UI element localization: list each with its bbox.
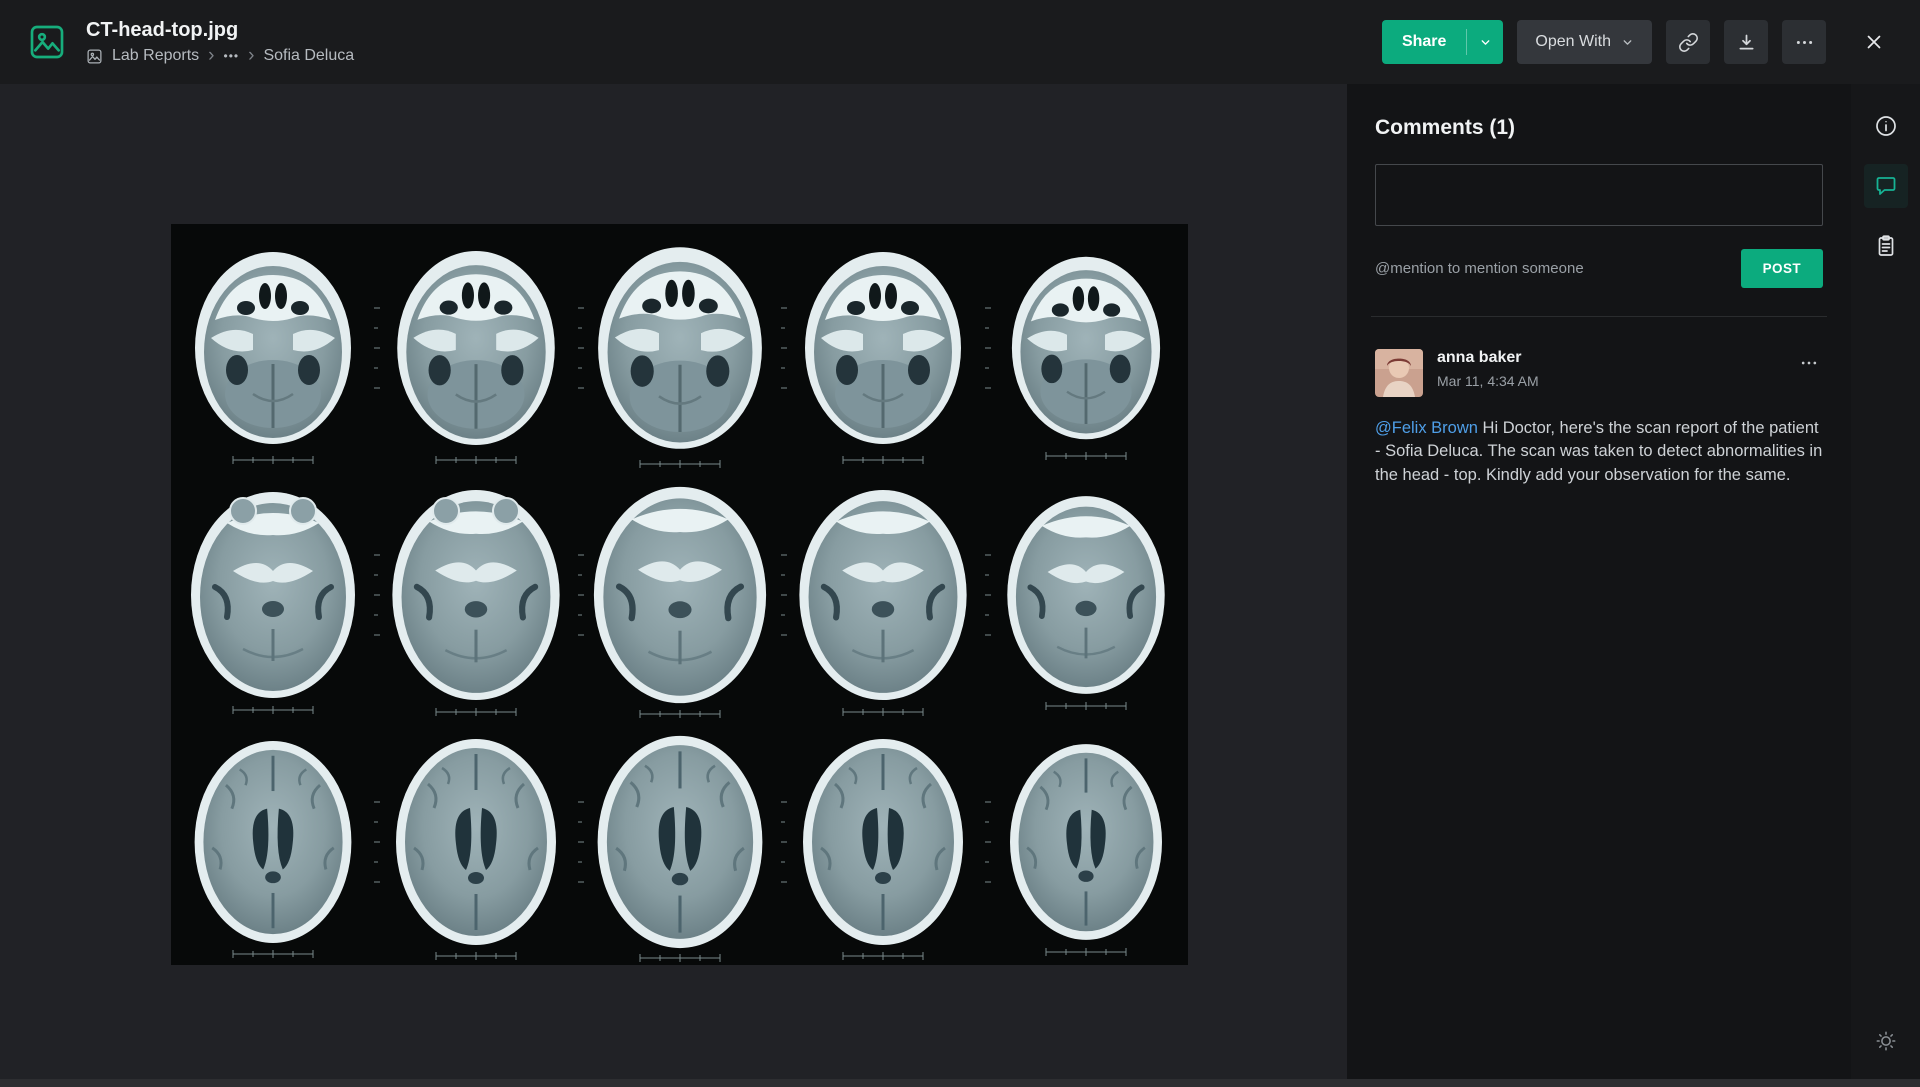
file-meta: CT-head-top.jpg Lab Reports › ••• › Sofi… <box>86 19 354 66</box>
comment-icon <box>1874 174 1898 198</box>
comment-item: anna baker Mar 11, 4:34 AM @Felix Brown … <box>1375 349 1823 487</box>
preview-canvas <box>0 84 1347 1079</box>
mention-hint: @mention to mention someone <box>1375 260 1584 277</box>
more-horizontal-icon <box>1799 353 1819 373</box>
download-button[interactable] <box>1724 20 1768 64</box>
info-button[interactable] <box>1864 104 1908 148</box>
brightness-icon <box>1875 1030 1897 1052</box>
share-label: Share <box>1382 20 1466 64</box>
comment-timestamp: Mar 11, 4:34 AM <box>1437 373 1795 389</box>
clipboard-icon <box>1874 234 1898 258</box>
copy-link-button[interactable] <box>1666 20 1710 64</box>
post-button[interactable]: POST <box>1741 249 1823 288</box>
notes-button[interactable] <box>1864 224 1908 268</box>
open-with-label: Open With <box>1535 33 1611 51</box>
chevron-right-icon: › <box>248 46 254 65</box>
comment-meta: anna baker Mar 11, 4:34 AM <box>1437 349 1795 389</box>
breadcrumb-collapsed[interactable]: ••• <box>224 49 240 63</box>
close-icon <box>1863 31 1885 53</box>
comment-author: anna baker <box>1437 349 1795 367</box>
breadcrumb: Lab Reports › ••• › Sofia Deluca <box>86 47 354 66</box>
download-icon <box>1736 32 1757 53</box>
divider <box>1371 316 1827 317</box>
avatar <box>1375 349 1423 397</box>
ct-scan-graphic <box>171 224 1188 965</box>
post-row: @mention to mention someone POST <box>1375 249 1823 288</box>
ct-scan-image <box>171 224 1188 965</box>
topbar-actions: Share Open With <box>1382 20 1896 64</box>
comment-input[interactable] <box>1375 164 1823 226</box>
comment-more-button[interactable] <box>1795 349 1823 377</box>
info-icon <box>1874 114 1898 138</box>
link-icon <box>1678 32 1699 53</box>
image-file-icon <box>24 19 70 65</box>
comments-title: Comments (1) <box>1375 116 1823 140</box>
file-title: CT-head-top.jpg <box>86 19 354 41</box>
share-dropdown-caret[interactable] <box>1467 20 1503 64</box>
breadcrumb-current: Sofia Deluca <box>263 47 354 65</box>
more-horizontal-icon <box>1794 32 1815 53</box>
share-button[interactable]: Share <box>1382 20 1503 64</box>
topbar: CT-head-top.jpg Lab Reports › ••• › Sofi… <box>0 0 1920 84</box>
chevron-right-icon: › <box>208 46 214 65</box>
comment-text: @Felix Brown Hi Doctor, here's the scan … <box>1375 417 1823 487</box>
folder-image-icon <box>86 48 103 65</box>
bottom-edge <box>0 1079 1920 1087</box>
comments-panel: Comments (1) @mention to mention someone… <box>1347 84 1851 1079</box>
chevron-down-icon <box>1621 36 1634 49</box>
more-options-button[interactable] <box>1782 20 1826 64</box>
brightness-button[interactable] <box>1864 1019 1908 1063</box>
comment-header: anna baker Mar 11, 4:34 AM <box>1375 349 1823 397</box>
open-with-button[interactable]: Open With <box>1517 20 1652 64</box>
breadcrumb-lab-reports[interactable]: Lab Reports <box>112 47 199 65</box>
comments-toggle-button[interactable] <box>1864 164 1908 208</box>
right-toolbar <box>1851 84 1920 1079</box>
close-button[interactable] <box>1852 20 1896 64</box>
mention-link[interactable]: @Felix Brown <box>1375 419 1478 437</box>
